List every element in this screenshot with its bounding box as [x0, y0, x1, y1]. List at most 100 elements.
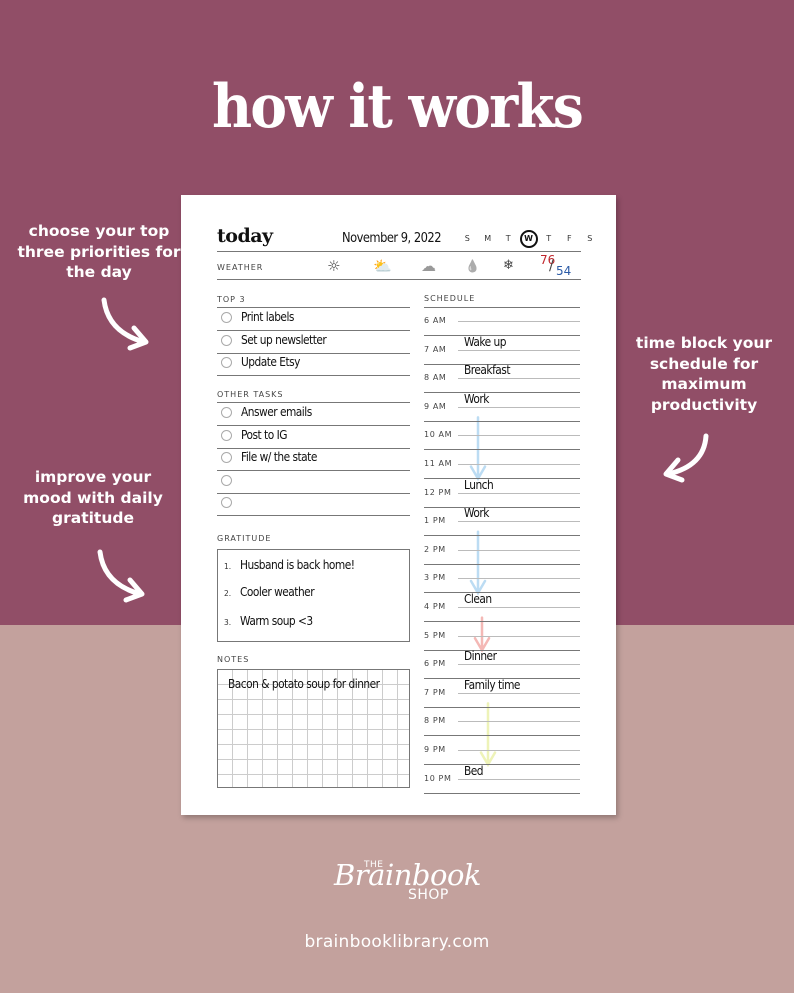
callout-gratitude: improve your mood with daily gratitude: [23, 468, 163, 527]
schedule-row[interactable]: 10 AM: [424, 421, 580, 451]
half-hour-line: [458, 607, 580, 608]
weekday-3[interactable]: W: [519, 230, 538, 248]
planner-sheet: today November 9, 2022 SMTWTFS WEATHER ☼…: [181, 195, 616, 815]
schedule-row[interactable]: 9 PM: [424, 736, 580, 765]
half-hour-line: [458, 378, 580, 380]
website-url[interactable]: brainbooklibrary.com: [0, 932, 794, 952]
weekday-5[interactable]: F: [559, 231, 580, 248]
schedule-row[interactable]: 6 PM Dinner: [424, 648, 580, 680]
weekday-0[interactable]: S: [457, 231, 478, 248]
task-item[interactable]: Answer emails: [217, 403, 410, 426]
schedule-row[interactable]: 6 AM: [424, 307, 580, 336]
time-label: 2 PM: [424, 544, 446, 554]
notes-label: NOTES: [217, 655, 250, 664]
half-hour-line: [458, 692, 580, 694]
temp-separator: /: [549, 258, 554, 274]
schedule-row[interactable]: 2 PM: [424, 536, 580, 565]
half-hour-line: [458, 578, 580, 580]
checkbox-circle-icon[interactable]: [221, 429, 232, 441]
schedule-row[interactable]: 4 PM Clean: [424, 591, 580, 622]
schedule-row[interactable]: 10 PM Bed: [424, 762, 580, 794]
schedule-row[interactable]: 11 AM: [424, 450, 580, 479]
checkbox-circle-icon[interactable]: [221, 407, 232, 418]
task-item[interactable]: Update Etsy: [217, 353, 410, 376]
schedule-label: SCHEDULE: [424, 294, 476, 303]
task-text: Answer emails: [241, 404, 312, 419]
top3-label: TOP 3: [217, 295, 246, 304]
task-text: Print labels: [241, 309, 294, 324]
schedule-entry: Wake up: [464, 333, 506, 349]
task-item[interactable]: File w/ the state: [217, 448, 410, 471]
divider: [217, 251, 581, 252]
time-label: 1 PM: [424, 516, 446, 526]
schedule-row[interactable]: 1 PM Work: [424, 505, 580, 537]
curved-arrow-icon: [663, 433, 709, 483]
half-hour-line: [458, 321, 580, 322]
schedule-row[interactable]: 7 PM Family time: [424, 676, 580, 708]
schedule-row[interactable]: 9 AM Work: [424, 391, 580, 422]
task-text: File w/ the state: [241, 449, 317, 464]
schedule-entry: Lunch: [464, 476, 494, 492]
schedule-row[interactable]: 12 PM Lunch: [424, 476, 580, 508]
time-label: 4 PM: [424, 602, 446, 611]
schedule-row[interactable]: 5 PM: [424, 622, 580, 651]
schedule-entry: Dinner: [464, 648, 497, 664]
task-item[interactable]: Post to IG: [217, 426, 410, 449]
schedule-row[interactable]: 7 AM Wake up: [424, 333, 580, 365]
time-label: 7 PM: [424, 687, 446, 697]
brand-shop: SHOP: [408, 887, 449, 903]
sun-icon[interactable]: ☼: [327, 257, 340, 275]
weekday-6[interactable]: S: [580, 231, 601, 248]
task-text: Update Etsy: [241, 354, 300, 369]
time-label: 6 AM: [424, 316, 447, 325]
half-hour-line: [458, 635, 580, 637]
task-item[interactable]: [217, 471, 410, 494]
callout-timeblock: time block your schedule for maximum pro…: [635, 334, 773, 414]
windy-cloud-icon[interactable]: ☁: [421, 257, 436, 275]
time-label: 5 PM: [424, 630, 446, 640]
weekday-4[interactable]: T: [539, 231, 560, 248]
time-label: 7 AM: [424, 344, 447, 354]
partly-cloudy-icon[interactable]: ⛅: [373, 257, 392, 275]
planner-date: November 9, 2022: [342, 230, 441, 246]
schedule-row[interactable]: 3 PM: [424, 564, 580, 594]
time-label: 12 PM: [424, 487, 452, 497]
task-item[interactable]: Set up newsletter: [217, 331, 410, 354]
time-label: 6 PM: [424, 659, 446, 669]
gratitude-box[interactable]: 1. Husband is back home! 2. Cooler weather…: [217, 549, 410, 642]
task-item[interactable]: [217, 493, 410, 516]
weekday-2[interactable]: T: [498, 231, 519, 248]
weekday-1[interactable]: M: [478, 231, 499, 248]
half-hour-line: [458, 778, 580, 780]
half-hour-line: [458, 721, 580, 723]
task-item[interactable]: Print labels: [217, 308, 410, 331]
other-tasks-label: OTHER TASKS: [217, 390, 284, 399]
gratitude-item: 3. Warm soup <3: [224, 613, 313, 628]
half-hour-line: [458, 406, 580, 408]
divider: [217, 515, 410, 516]
checkbox-circle-icon[interactable]: [221, 497, 232, 508]
rain-drop-icon[interactable]: 💧: [465, 257, 480, 275]
checkbox-circle-icon[interactable]: [221, 334, 232, 346]
callout-priorities: choose your top three priorities for the…: [17, 222, 181, 281]
notes-grid[interactable]: Bacon & potato soup for dinner: [217, 669, 410, 788]
schedule-entry: Family time: [464, 676, 520, 692]
task-text: Set up newsletter: [241, 331, 327, 347]
checkbox-circle-icon[interactable]: [221, 357, 232, 368]
time-label: 10 AM: [424, 430, 453, 440]
time-label: 8 PM: [424, 716, 446, 726]
snowflake-icon[interactable]: ❄: [503, 257, 514, 275]
half-hour-line: [458, 435, 580, 437]
checkbox-circle-icon[interactable]: [221, 474, 232, 486]
checkbox-circle-icon[interactable]: [221, 452, 232, 463]
schedule-entry: Bed: [464, 762, 484, 778]
half-hour-line: [458, 349, 580, 351]
time-label: 9 AM: [424, 401, 447, 411]
time-label: 10 PM: [424, 773, 452, 783]
schedule-row[interactable]: 8 PM: [424, 707, 580, 737]
half-hour-line: [458, 521, 580, 523]
checkbox-circle-icon[interactable]: [221, 312, 232, 323]
schedule-entry: Work: [464, 505, 489, 521]
weather-label: WEATHER: [217, 263, 264, 272]
schedule-row[interactable]: 8 AM Breakfast: [424, 362, 580, 394]
